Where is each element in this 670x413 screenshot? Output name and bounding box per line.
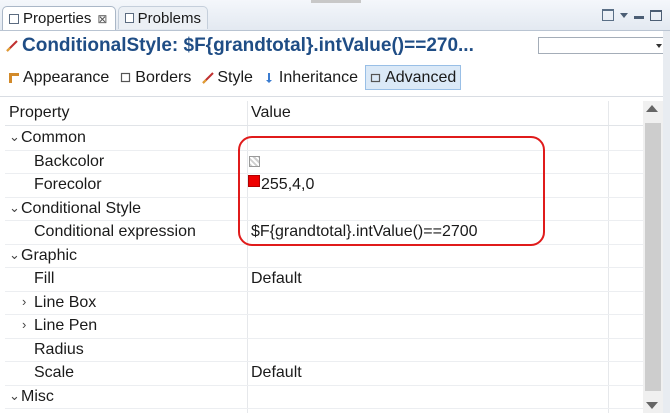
tab-problems[interactable]: Problems	[118, 6, 208, 29]
problems-icon	[125, 13, 134, 23]
row-scale[interactable]: Scale Default	[5, 361, 643, 386]
chevron-down-icon	[656, 44, 662, 48]
tab-inheritance[interactable]: Inheritance	[260, 65, 362, 90]
row-line-pen[interactable]: › Line Pen	[5, 314, 643, 339]
row-label: Line Box	[34, 293, 97, 311]
page-title: ConditionalStyle: $F{grandtotal}.intValu…	[22, 35, 474, 56]
chevron-down-icon[interactable]: ⌄	[9, 247, 20, 263]
row-label: Fill	[34, 270, 55, 287]
highlight-annotation	[238, 136, 545, 246]
row-label: Conditional Style	[21, 199, 142, 217]
row-label: Common	[21, 129, 86, 146]
element-selector-dropdown[interactable]	[538, 37, 667, 54]
view-tab-bar: Properties ⊠ Problems	[0, 0, 670, 31]
advanced-icon	[370, 73, 381, 82]
row-label: Scale	[34, 364, 75, 381]
scrollbar-thumb[interactable]	[645, 123, 661, 391]
tab-appearance-label: Appearance	[23, 68, 110, 86]
inheritance-icon	[265, 72, 272, 83]
tab-advanced-label: Advanced	[385, 68, 457, 86]
tab-appearance[interactable]: Appearance	[4, 65, 113, 90]
vertical-scrollbar[interactable]	[643, 101, 663, 413]
chevron-down-icon[interactable]: ⌄	[9, 200, 20, 216]
column-header-property[interactable]: Property	[9, 104, 69, 122]
row-fill[interactable]: Fill Default	[5, 267, 643, 292]
maximize-icon[interactable]	[650, 9, 662, 21]
appearance-icon	[9, 72, 19, 83]
scroll-up-icon[interactable]	[646, 105, 658, 112]
tab-borders[interactable]: Borders	[116, 65, 195, 90]
pin-icon[interactable]	[602, 9, 614, 21]
tab-problems-label: Problems	[137, 9, 201, 27]
section-tabs: Appearance Borders Style Inheritance Adv…	[4, 64, 464, 91]
panel-edge	[663, 31, 670, 413]
sash-handle[interactable]	[311, 0, 361, 3]
scroll-down-icon[interactable]	[646, 402, 658, 409]
tab-properties-label: Properties	[23, 10, 92, 27]
style-brush-icon	[202, 71, 215, 84]
chevron-down-icon[interactable]: ⌄	[9, 129, 20, 145]
row-radius[interactable]: Radius	[5, 338, 643, 362]
chevron-right-icon[interactable]: ›	[22, 317, 26, 332]
row-label: Backcolor	[34, 152, 105, 170]
borders-icon	[121, 72, 131, 82]
conditional-style-icon	[6, 40, 18, 52]
row-label: Conditional expression	[34, 223, 196, 240]
row-label: Line Pen	[34, 317, 98, 334]
tab-inheritance-label: Inheritance	[278, 68, 359, 86]
minimize-icon[interactable]	[634, 15, 644, 19]
chevron-down-icon[interactable]: ⌄	[9, 388, 20, 404]
tab-borders-label: Borders	[135, 68, 192, 86]
row-label: Forecolor	[34, 176, 102, 193]
row-label: Misc	[21, 387, 54, 405]
row-label: Radius	[34, 340, 84, 358]
tab-style[interactable]: Style	[198, 65, 257, 90]
close-icon[interactable]: ⊠	[97, 12, 107, 26]
tab-style-label: Style	[217, 68, 253, 86]
view-menu-icon[interactable]	[620, 12, 628, 18]
row-misc[interactable]: ⌄ Misc	[5, 385, 643, 409]
row-value[interactable]: Default	[251, 270, 302, 288]
column-header-value[interactable]: Value	[251, 104, 291, 122]
chevron-right-icon[interactable]: ›	[22, 294, 26, 309]
properties-icon	[9, 13, 19, 24]
row-value[interactable]: Default	[251, 364, 302, 382]
divider	[0, 96, 670, 97]
row-graphic[interactable]: ⌄ Graphic	[5, 244, 643, 268]
tab-properties[interactable]: Properties ⊠	[2, 6, 116, 30]
row-label: Graphic	[21, 246, 78, 264]
row-line-box[interactable]: › Line Box	[5, 291, 643, 315]
tab-advanced[interactable]: Advanced	[365, 65, 462, 90]
view-toolbar	[602, 9, 662, 21]
table-header: Property Value	[5, 101, 643, 126]
